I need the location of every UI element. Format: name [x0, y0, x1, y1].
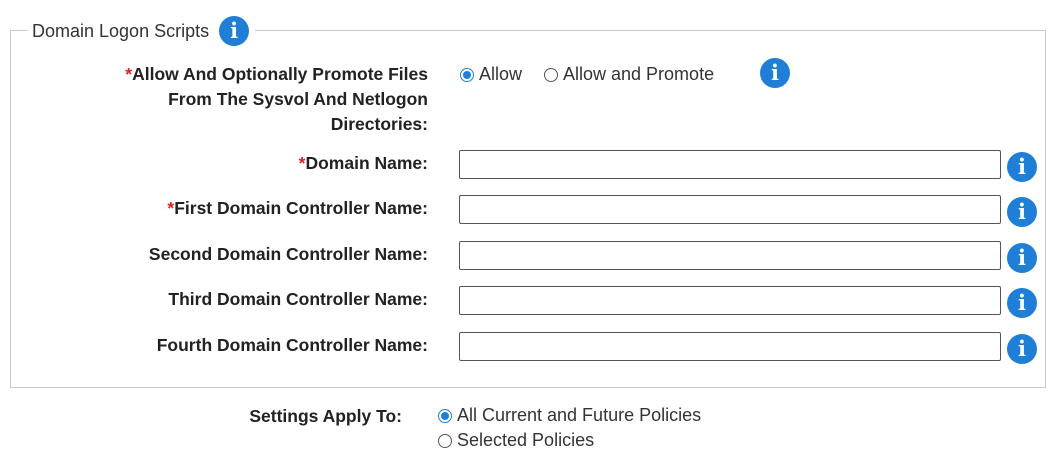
info-icon[interactable]: i: [1007, 288, 1037, 318]
section-title: Domain Logon Scripts: [32, 20, 210, 41]
domain-name-label: *Domain Name:: [299, 151, 428, 176]
third-dc-name-input[interactable]: [459, 286, 1001, 315]
allow-radio-label: Allow: [479, 64, 523, 84]
allow-radio[interactable]: [460, 67, 474, 82]
promote-files-label: *Allow And Optionally Promote Files From…: [125, 62, 428, 137]
selected-policies-radio-option[interactable]: Selected Policies: [438, 430, 594, 451]
info-icon[interactable]: i: [760, 58, 790, 88]
allow-promote-radio[interactable]: [544, 67, 558, 82]
all-policies-radio-label: All Current and Future Policies: [457, 405, 702, 425]
domain-name-input[interactable]: [459, 150, 1001, 179]
first-dc-name-label: *First Domain Controller Name:: [167, 196, 428, 221]
fourth-dc-name-input[interactable]: [459, 332, 1001, 361]
promote-label-line2: From The Sysvol And Netlogon: [168, 89, 428, 109]
third-dc-name-label: Third Domain Controller Name:: [168, 289, 428, 309]
allow-radio-option[interactable]: Allow: [460, 64, 522, 85]
first-dc-name-input[interactable]: [459, 195, 1001, 224]
second-dc-name-input[interactable]: [459, 241, 1001, 270]
promote-label-line1: Allow And Optionally Promote Files: [132, 64, 428, 84]
all-policies-radio-option[interactable]: All Current and Future Policies: [438, 405, 701, 426]
info-icon[interactable]: i: [219, 16, 250, 46]
info-icon[interactable]: i: [1007, 152, 1037, 182]
domain-name-label-text: Domain Name:: [305, 153, 428, 173]
info-icon[interactable]: i: [1007, 197, 1037, 227]
first-dc-name-label-text: First Domain Controller Name:: [174, 198, 428, 218]
fourth-dc-name-label: Fourth Domain Controller Name:: [156, 335, 428, 355]
allow-promote-radio-option[interactable]: Allow and Promote: [544, 64, 714, 85]
section-legend: Domain Logon Scripts i: [28, 16, 256, 46]
all-policies-radio[interactable]: [438, 408, 452, 423]
promote-label-line3: Directories:: [330, 114, 428, 134]
selected-policies-radio[interactable]: [438, 433, 452, 448]
info-icon[interactable]: i: [1007, 243, 1037, 273]
selected-policies-radio-label: Selected Policies: [457, 430, 595, 450]
settings-apply-label: Settings Apply To:: [249, 406, 402, 426]
allow-promote-radio-label: Allow and Promote: [563, 64, 715, 84]
info-icon[interactable]: i: [1007, 334, 1037, 364]
second-dc-name-label: Second Domain Controller Name:: [148, 244, 428, 264]
